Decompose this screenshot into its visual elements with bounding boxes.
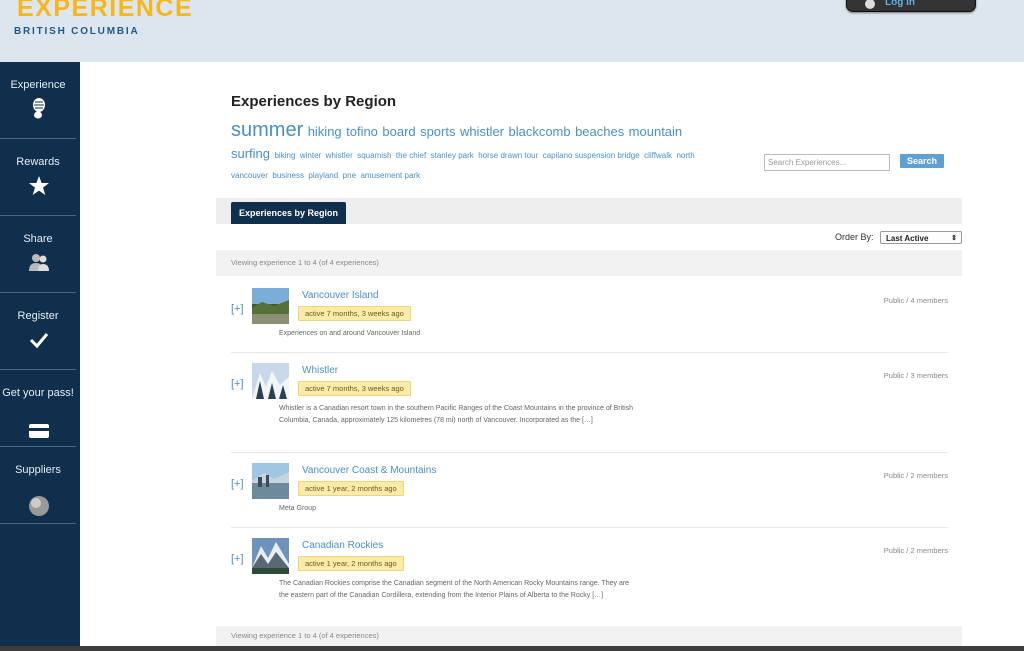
footer-bar xyxy=(0,646,1024,651)
tag-link[interactable]: tofino xyxy=(346,124,378,139)
region-description: Meta Group xyxy=(279,505,316,512)
list-item: [+] Canadian Rockies active 1 year, 2 mo… xyxy=(231,528,948,624)
tag-link[interactable]: blackcomb xyxy=(508,124,570,139)
login-button[interactable]: Log In xyxy=(846,0,976,12)
page-title: Experiences by Region xyxy=(231,93,397,110)
star-icon xyxy=(29,176,49,195)
list-item: [+] Vancouver Island active 7 months, 3 … xyxy=(231,278,948,353)
tag-link[interactable]: beaches xyxy=(575,124,624,139)
brand-logo[interactable]: EXPERIENCE xyxy=(17,0,193,22)
sidebar-item-share[interactable]: Share xyxy=(0,216,76,293)
login-label: Log In xyxy=(885,0,915,8)
sidebar-item-get-pass[interactable]: Get your pass! xyxy=(0,370,76,447)
pagination-info-bottom: Viewing experience 1 to 4 (of 4 experien… xyxy=(216,626,962,646)
region-title-link[interactable]: Vancouver Island xyxy=(302,290,379,301)
pagination-info: Viewing experience 1 to 4 (of 4 experien… xyxy=(216,250,962,276)
region-title-link[interactable]: Whistler xyxy=(302,365,338,376)
region-meta: Public / 4 members xyxy=(883,296,948,305)
tab-experiences-by-region[interactable]: Experiences by Region xyxy=(231,202,347,224)
sidebar-item-label: Share xyxy=(23,233,53,245)
region-thumbnail[interactable] xyxy=(252,463,289,499)
region-description: The Canadian Rockies comprise the Canadi… xyxy=(279,580,630,599)
sidebar-item-rewards[interactable]: Rewards xyxy=(0,139,76,216)
tag-link[interactable]: amusement park xyxy=(360,171,420,180)
tab-bar: Experiences by Region xyxy=(216,198,962,224)
tag-link[interactable]: whistler xyxy=(460,124,504,139)
sidebar-item-register[interactable]: Register xyxy=(0,293,76,370)
sidebar-item-suppliers[interactable]: Suppliers xyxy=(0,447,76,524)
footprint-icon xyxy=(33,98,45,119)
region-description: Experiences on and around Vancouver Isla… xyxy=(279,330,421,337)
tag-link[interactable]: pne xyxy=(343,171,356,180)
globe-icon xyxy=(29,496,49,516)
region-title-link[interactable]: Canadian Rockies xyxy=(302,540,383,551)
tag-link[interactable]: playland xyxy=(308,171,338,180)
tag-link[interactable]: sports xyxy=(420,124,455,139)
tag-link[interactable]: cliffwalk xyxy=(644,151,672,160)
order-by-value: Last Active xyxy=(886,234,929,243)
list-item: [+] Vancouver Coast & Mountains active 1… xyxy=(231,453,948,528)
power-icon xyxy=(865,0,875,9)
tag-link[interactable]: winter xyxy=(300,151,321,160)
tag-link[interactable]: the chief xyxy=(396,151,426,160)
top-header: EXPERIENCE BRITISH COLUMBIA Log In xyxy=(0,0,1024,62)
activity-badge: active 7 months, 3 weeks ago xyxy=(298,306,411,321)
expand-button[interactable]: [+] xyxy=(231,553,244,565)
brand-subtitle: BRITISH COLUMBIA xyxy=(14,26,140,37)
expand-button[interactable]: [+] xyxy=(231,303,244,315)
tag-link[interactable]: stanley park xyxy=(431,151,474,160)
region-thumbnail[interactable] xyxy=(252,538,289,574)
sidebar-item-label: Rewards xyxy=(16,156,60,168)
region-thumbnail[interactable] xyxy=(252,288,289,324)
sidebar: Experience Rewards Share Register Get yo… xyxy=(0,62,80,651)
region-meta: Public / 2 members xyxy=(883,471,948,480)
checkmark-icon xyxy=(29,333,49,349)
pagination-text: Viewing experience 1 to 4 (of 4 experien… xyxy=(231,258,379,267)
tag-link[interactable]: surfing xyxy=(231,146,270,161)
region-thumbnail[interactable] xyxy=(252,363,289,399)
sidebar-item-label: Get your pass! xyxy=(2,387,74,399)
order-by-select[interactable]: Last Active ⇕ xyxy=(880,231,962,244)
region-meta: Public / 3 members xyxy=(883,371,948,380)
card-icon xyxy=(29,424,49,438)
tag-link[interactable]: mountain xyxy=(629,124,682,139)
sidebar-item-label: Register xyxy=(17,310,59,322)
users-icon xyxy=(29,254,49,271)
tag-cloud: summer hiking tofino board sports whistl… xyxy=(231,119,731,183)
expand-button[interactable]: [+] xyxy=(231,478,244,490)
order-by-label: Order By: xyxy=(835,232,874,242)
tag-link[interactable]: board xyxy=(382,124,415,139)
activity-badge: active 1 year, 2 months ago xyxy=(298,481,404,496)
tag-link[interactable]: summer xyxy=(231,119,303,141)
select-arrows-icon: ⇕ xyxy=(951,235,957,242)
search-button[interactable]: Search xyxy=(900,154,944,168)
region-title-link[interactable]: Vancouver Coast & Mountains xyxy=(302,465,436,476)
region-meta: Public / 2 members xyxy=(883,546,948,555)
activity-badge: active 7 months, 3 weeks ago xyxy=(298,381,411,396)
tag-link[interactable]: hiking xyxy=(308,124,342,139)
sidebar-item-label: Suppliers xyxy=(15,464,61,476)
sidebar-item-label: Experience xyxy=(10,79,66,91)
tag-link[interactable]: biking xyxy=(274,151,295,160)
list-item: [+] Whistler active 7 months, 3 weeks ag… xyxy=(231,353,948,453)
sidebar-item-experience[interactable]: Experience xyxy=(0,62,76,139)
tag-link[interactable]: whistler xyxy=(326,151,353,160)
region-description: Whistler is a Canadian resort town in th… xyxy=(279,405,634,424)
tag-link[interactable]: horse drawn tour xyxy=(478,151,538,160)
search-input[interactable]: Search Experiences... xyxy=(764,154,890,171)
pagination-text: Viewing experience 1 to 4 (of 4 experien… xyxy=(231,631,379,640)
expand-button[interactable]: [+] xyxy=(231,378,244,390)
tag-link[interactable]: business xyxy=(272,171,304,180)
tag-link[interactable]: capilano suspension bridge xyxy=(543,151,640,160)
tag-link[interactable]: squamish xyxy=(357,151,391,160)
activity-badge: active 1 year, 2 months ago xyxy=(298,556,404,571)
